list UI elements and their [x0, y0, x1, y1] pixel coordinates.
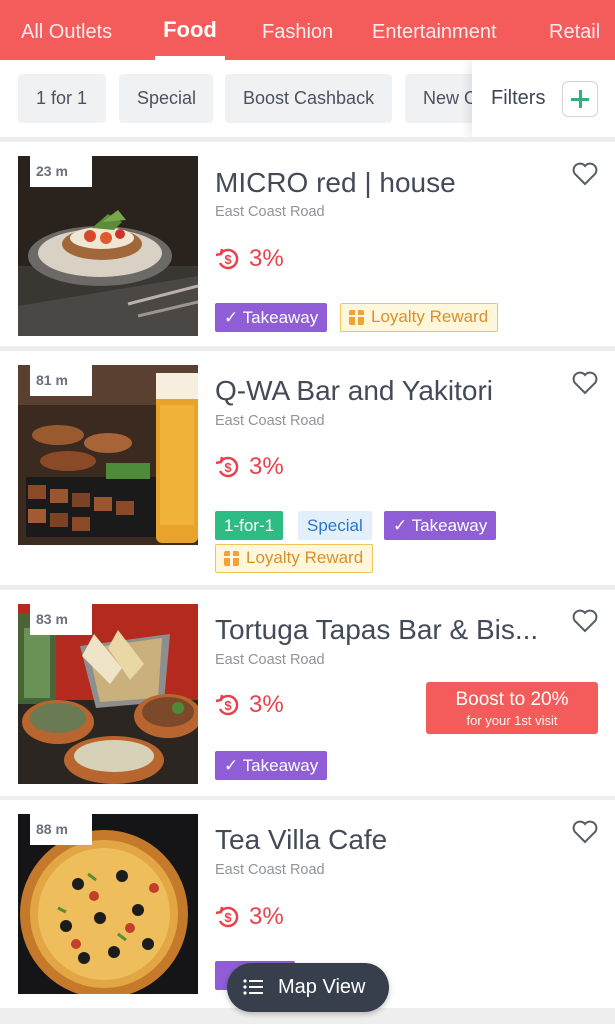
tab-food[interactable]: Food — [155, 0, 225, 60]
cashback-icon: $ — [215, 906, 239, 928]
svg-text:$: $ — [224, 460, 232, 475]
gift-icon — [349, 310, 364, 325]
outlet-card[interactable]: 83 m Tortuga Tapas Bar & Bis... East Coa… — [0, 590, 615, 796]
outlet-name: Tea Villa Cafe — [215, 824, 388, 855]
outlet-name: MICRO red | house — [215, 167, 456, 198]
outlet-name: Tortuga Tapas Bar & Bis... — [215, 614, 539, 645]
distance-badge: 81 m — [30, 365, 92, 396]
cashback-value: 3% — [249, 691, 284, 718]
tag-takeaway: ✓ Takeaway — [384, 511, 497, 540]
svg-text:$: $ — [224, 910, 232, 925]
plus-icon — [562, 81, 598, 117]
tab-retail[interactable]: Retail — [549, 0, 600, 60]
filter-chip-bar: 1 for 1 Special Boost Cashback New O Fil… — [0, 60, 615, 137]
svg-text:$: $ — [224, 252, 232, 267]
map-view-label: Map View — [278, 976, 366, 998]
cashback-icon: $ — [215, 248, 239, 270]
tag-loyalty-reward: Loyalty Reward — [340, 303, 499, 332]
list-icon — [243, 979, 263, 995]
category-tabs: All Outlets Food Fashion Entertainment R… — [0, 0, 615, 60]
cashback-rate: $ 3% — [215, 690, 284, 720]
distance-badge: 83 m — [30, 604, 92, 635]
tag-loyalty-label: Loyalty Reward — [371, 307, 489, 326]
cashback-value: 3% — [249, 903, 284, 930]
outlet-image: 81 m — [18, 365, 198, 545]
chip-1-for-1[interactable]: 1 for 1 — [18, 74, 106, 123]
cashback-value: 3% — [249, 245, 284, 272]
outlet-name: Q-WA Bar and Yakitori — [215, 375, 494, 406]
outlet-location: East Coast Road — [215, 413, 325, 429]
heart-icon[interactable] — [572, 371, 598, 395]
boost-title: Boost to 20% — [455, 689, 569, 710]
heart-icon[interactable] — [572, 820, 598, 844]
outlet-card[interactable]: 81 m Q-WA Bar and Yakitori East Coast Ro… — [0, 351, 615, 585]
filters-button[interactable]: Filters — [472, 60, 615, 137]
tab-entertainment[interactable]: Entertainment — [372, 0, 497, 60]
cashback-icon: $ — [215, 456, 239, 478]
chip-special[interactable]: Special — [119, 74, 213, 123]
heart-icon[interactable] — [572, 609, 598, 633]
cashback-icon: $ — [215, 694, 239, 716]
map-view-button[interactable]: Map View — [227, 963, 389, 1012]
tag-takeaway: ✓ Takeaway — [215, 751, 328, 780]
boost-cashback-badge[interactable]: Boost to 20% for your 1st visit — [426, 682, 598, 734]
tab-food-label: Food — [163, 17, 217, 42]
tag-loyalty-reward: Loyalty Reward — [215, 544, 374, 573]
tag-loyalty-label: Loyalty Reward — [246, 548, 364, 567]
tag-special: Special — [298, 511, 372, 540]
cashback-rate: $ 3% — [215, 902, 284, 932]
cashback-rate: $ 3% — [215, 244, 284, 274]
tab-all-outlets[interactable]: All Outlets — [21, 0, 112, 60]
outlet-image: 83 m — [18, 604, 198, 784]
tab-fashion[interactable]: Fashion — [262, 0, 333, 60]
cashback-rate: $ 3% — [215, 452, 284, 482]
tag-takeaway: ✓ Takeaway — [215, 303, 328, 332]
filters-label: Filters — [491, 87, 546, 109]
tag-1-for-1: 1-for-1 — [215, 511, 284, 540]
cashback-value: 3% — [249, 453, 284, 480]
outlet-location: East Coast Road — [215, 652, 325, 668]
chip-boost-cashback[interactable]: Boost Cashback — [225, 74, 392, 123]
distance-badge: 88 m — [30, 814, 92, 845]
boost-subtitle: for your 1st visit — [466, 713, 558, 728]
gift-icon — [224, 551, 239, 566]
outlet-card[interactable]: 23 m MICRO red | house East Coast Road $… — [0, 142, 615, 346]
distance-badge: 23 m — [30, 156, 92, 187]
svg-text:$: $ — [224, 698, 232, 713]
outlet-image: 88 m — [18, 814, 198, 994]
heart-icon[interactable] — [572, 162, 598, 186]
outlet-location: East Coast Road — [215, 862, 325, 878]
outlet-location: East Coast Road — [215, 204, 325, 220]
outlet-image: 23 m — [18, 156, 198, 336]
